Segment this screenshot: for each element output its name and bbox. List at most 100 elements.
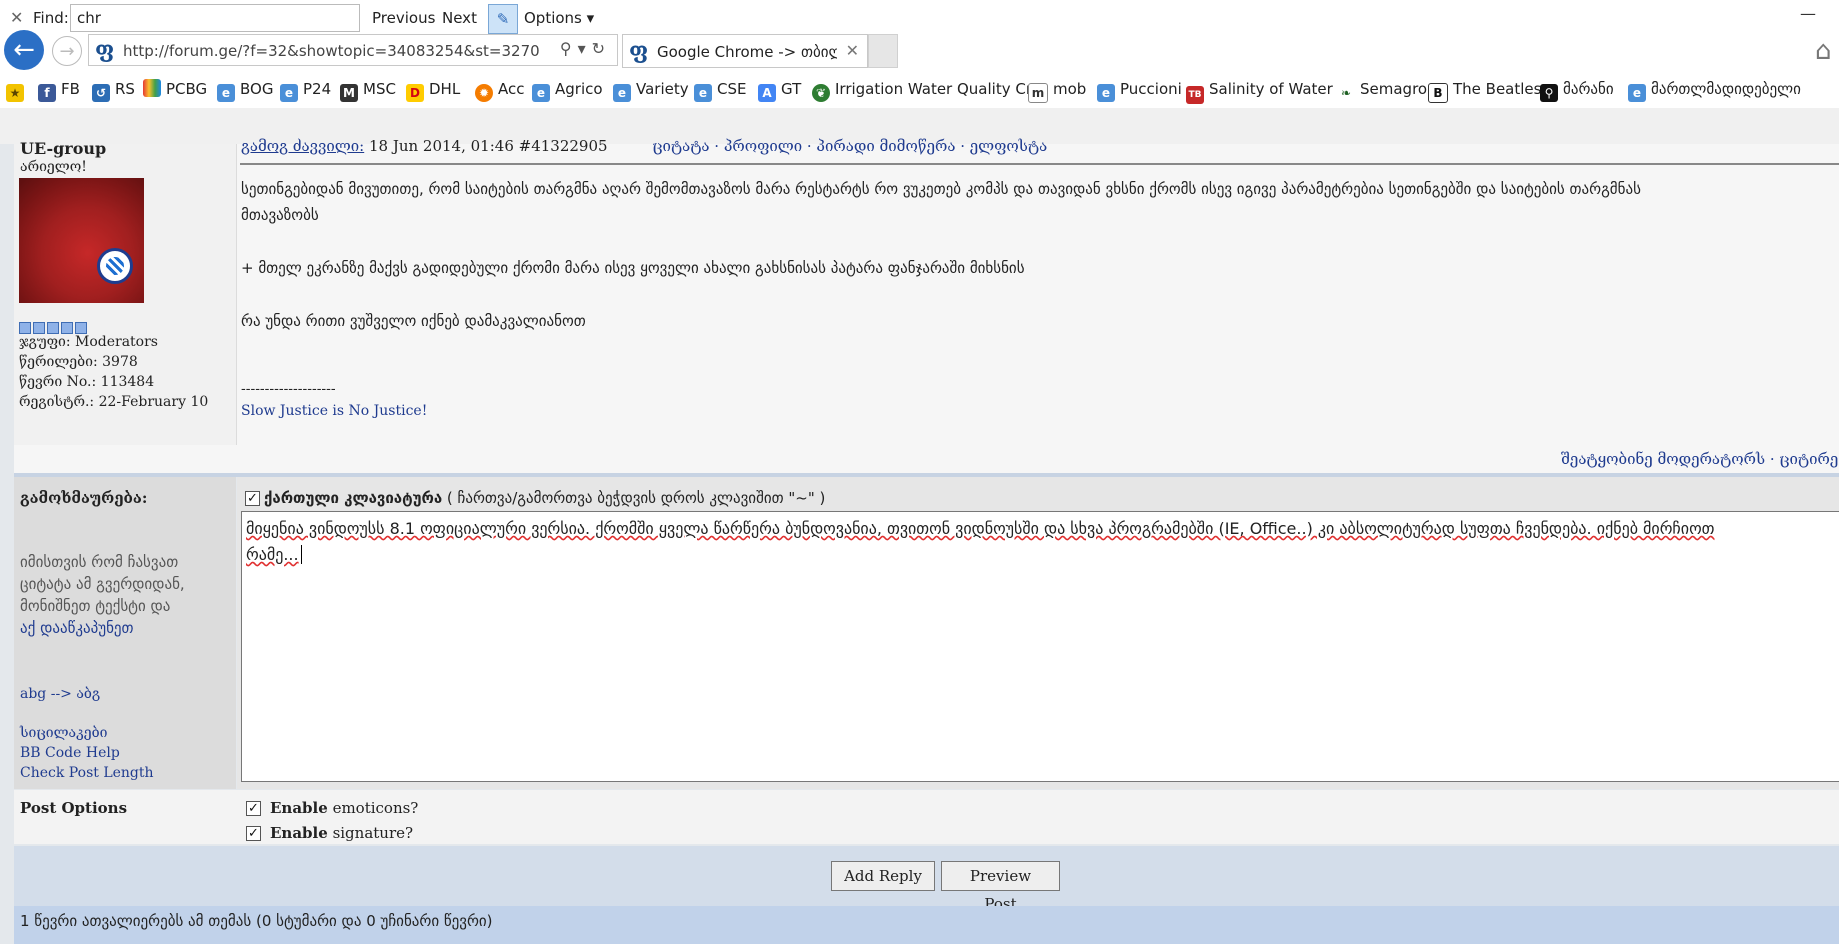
- mob-icon: m: [1028, 83, 1048, 103]
- post-options-label: Post Options: [20, 799, 128, 817]
- post-footer-actions[interactable]: შეატყობინე მოდერატორს · ციტირე: [1561, 450, 1838, 468]
- new-tab-button[interactable]: [868, 34, 898, 68]
- author-name[interactable]: UE-group: [20, 139, 106, 158]
- ie-page-icon: e: [1097, 84, 1115, 102]
- enable-emoticons-label: Enable emoticons?: [270, 799, 419, 817]
- figure-icon: ⚲: [1540, 84, 1558, 102]
- leaf-badge-icon: ❦: [812, 84, 830, 102]
- enable-signature-checkbox[interactable]: ✓: [246, 826, 261, 841]
- signature: Slow Justice is No Justice!: [241, 403, 428, 419]
- translit-link[interactable]: abg --> აბგ: [20, 686, 100, 702]
- find-input[interactable]: chr: [70, 4, 360, 32]
- translate-icon: A: [758, 84, 776, 102]
- highlight-pen-icon[interactable]: ✎: [488, 4, 518, 34]
- quote-help-text: მონიშნეთ ტექსტი და: [20, 597, 171, 615]
- quote-help-text: იმისთვის რომ ჩასვათ: [20, 553, 179, 571]
- tab-active[interactable]: ფ Google Chrome -> თბილ... ✕: [622, 34, 868, 68]
- ie-page-icon: e: [217, 84, 235, 102]
- georgian-keyboard-checkbox[interactable]: ✓: [245, 491, 260, 506]
- favorite-the-beatles[interactable]: B The Beatles: [1428, 78, 1541, 103]
- address-url[interactable]: http://forum.ge/?f=32&showtopic=34083254…: [123, 42, 540, 60]
- pcbg-icon: [143, 79, 161, 97]
- author-status: არიელო!: [20, 159, 87, 175]
- ie-page-icon: e: [694, 84, 712, 102]
- club-emblem-icon: [97, 248, 133, 284]
- minimize-icon[interactable]: —: [1800, 4, 1816, 23]
- favorite-mob[interactable]: m mob: [1028, 78, 1086, 103]
- quote-help-link[interactable]: აქ დააწკაპუნეთ: [20, 619, 134, 637]
- favorite-martlmadidebeli[interactable]: e მართლმადიდებელი: [1628, 78, 1801, 102]
- post-date: 18 Jun 2014, 01:46 #41322905: [364, 137, 608, 155]
- rs-icon: ↺: [92, 84, 110, 102]
- acc-icon: ✹: [475, 84, 493, 102]
- favorite-variety[interactable]: e Variety: [613, 78, 689, 102]
- favorite-irrigation[interactable]: ❦ Irrigation Water Quality Cr...: [812, 78, 1045, 102]
- find-label: Find:: [33, 9, 69, 27]
- reply-label: გამოხმაურება:: [20, 489, 148, 507]
- chevron-down-icon: ▾: [586, 9, 595, 27]
- favorites-star-icon[interactable]: ★: [6, 78, 29, 102]
- post-header: გამოგ ძავვილი: 18 Jun 2014, 01:46 #41322…: [241, 137, 1047, 155]
- leaf-icon: ❧: [1337, 84, 1355, 102]
- enable-signature-label: Enable signature?: [270, 824, 414, 842]
- favorite-fb[interactable]: f FB: [38, 78, 80, 102]
- back-arrow-icon[interactable]: ←: [4, 30, 44, 70]
- close-icon[interactable]: ✕: [846, 41, 859, 60]
- search-icon[interactable]: ⚲: [560, 39, 578, 58]
- forum-ge-icon: ფ: [629, 38, 649, 64]
- signature-separator: --------------------: [241, 381, 336, 397]
- facebook-icon: f: [38, 84, 56, 102]
- favorite-acc[interactable]: ✹ Acc: [475, 78, 525, 102]
- ie-page-icon: e: [532, 84, 550, 102]
- author-member-no: წევრი No.: 113484: [19, 374, 155, 390]
- favorite-puccioni[interactable]: e Puccioni: [1097, 78, 1182, 102]
- close-icon[interactable]: ✕: [10, 8, 23, 27]
- toolbox-icon: TB: [1186, 86, 1204, 104]
- post-text-line: რა უნდა რითი ვუშველო იქნებ დამაკვალიანოთ: [241, 312, 586, 330]
- enable-emoticons-checkbox[interactable]: ✓: [246, 801, 261, 816]
- reply-textarea[interactable]: მიყენია ვინდოუსს 8.1 ოფიციალური ვერსია. …: [241, 511, 1839, 782]
- divider: [240, 163, 1839, 165]
- favorite-agrico[interactable]: e Agrico: [532, 78, 603, 102]
- bb-code-help-link[interactable]: BB Code Help: [20, 745, 120, 761]
- favorite-semagro[interactable]: ❧ Semagro: [1337, 78, 1427, 102]
- ie-page-icon: e: [280, 84, 298, 102]
- b-icon: B: [1428, 83, 1448, 103]
- author-posts: წერილები: 3978: [19, 354, 138, 370]
- favorite-bog[interactable]: e BOG: [217, 78, 273, 102]
- refresh-icon[interactable]: ↻: [592, 39, 611, 58]
- chevron-down-icon[interactable]: ▾: [578, 39, 592, 58]
- reply-text-line: მიყენია ვინდოუსს 8.1 ოფიციალური ვერსია. …: [246, 519, 1715, 538]
- post-author-link[interactable]: გამოგ ძავვილი:: [241, 137, 364, 155]
- text-cursor: ​: [300, 545, 302, 564]
- favorite-rs[interactable]: ↺ RS: [92, 78, 135, 102]
- favorite-gt[interactable]: A GT: [758, 78, 801, 102]
- favorites-bar: ★ f FB ↺ RS PCBG e BOG e P24 M MSC D DHL ✹ Acc …: [0, 72, 1839, 106]
- favorite-p24[interactable]: e P24: [280, 78, 331, 102]
- ie-page-icon: e: [613, 84, 631, 102]
- find-next-button[interactable]: Next: [442, 9, 477, 27]
- favorite-dhl[interactable]: D DHL: [406, 78, 460, 102]
- favorite-salinity[interactable]: TB Salinity of Water: [1186, 78, 1333, 104]
- post-text-line: სეთინგებიდან მივუთითე, რომ საიტების თარგ…: [241, 180, 1641, 198]
- forward-arrow-icon[interactable]: →: [52, 36, 82, 66]
- favorite-pcbg[interactable]: PCBG: [143, 78, 207, 100]
- reply-text-line: რამე...: [246, 545, 299, 564]
- check-post-length-link[interactable]: Check Post Length: [20, 765, 154, 781]
- favorite-msc[interactable]: M MSC: [340, 78, 396, 102]
- smilies-link[interactable]: სიცილაკები: [20, 725, 107, 741]
- avatar: [19, 178, 144, 303]
- add-reply-button[interactable]: Add Reply: [831, 861, 935, 891]
- address-bar[interactable]: ფ http://forum.ge/?f=32&showtopic=340832…: [88, 34, 618, 66]
- find-options-button[interactable]: Options ▾: [524, 9, 594, 27]
- find-previous-button[interactable]: Previous: [372, 9, 435, 27]
- favorite-marani[interactable]: ⚲ მარანი: [1540, 78, 1614, 102]
- post-text-line: მთავაზობს: [241, 206, 319, 224]
- post-header-actions[interactable]: ციტატა · პროფილი · პირადი მიმოწერა · ელფ…: [652, 137, 1047, 155]
- georgian-keyboard-label: ქართული კლავიატურა ( ჩართვა/გამორთვა ბეჭ…: [264, 489, 826, 507]
- author-group: ჯგუფი: Moderators: [19, 334, 158, 350]
- dhl-icon: D: [406, 84, 424, 102]
- favorite-cse[interactable]: e CSE: [694, 78, 746, 102]
- home-icon[interactable]: ⌂: [1815, 36, 1832, 66]
- preview-post-button[interactable]: Preview Post: [941, 861, 1060, 913]
